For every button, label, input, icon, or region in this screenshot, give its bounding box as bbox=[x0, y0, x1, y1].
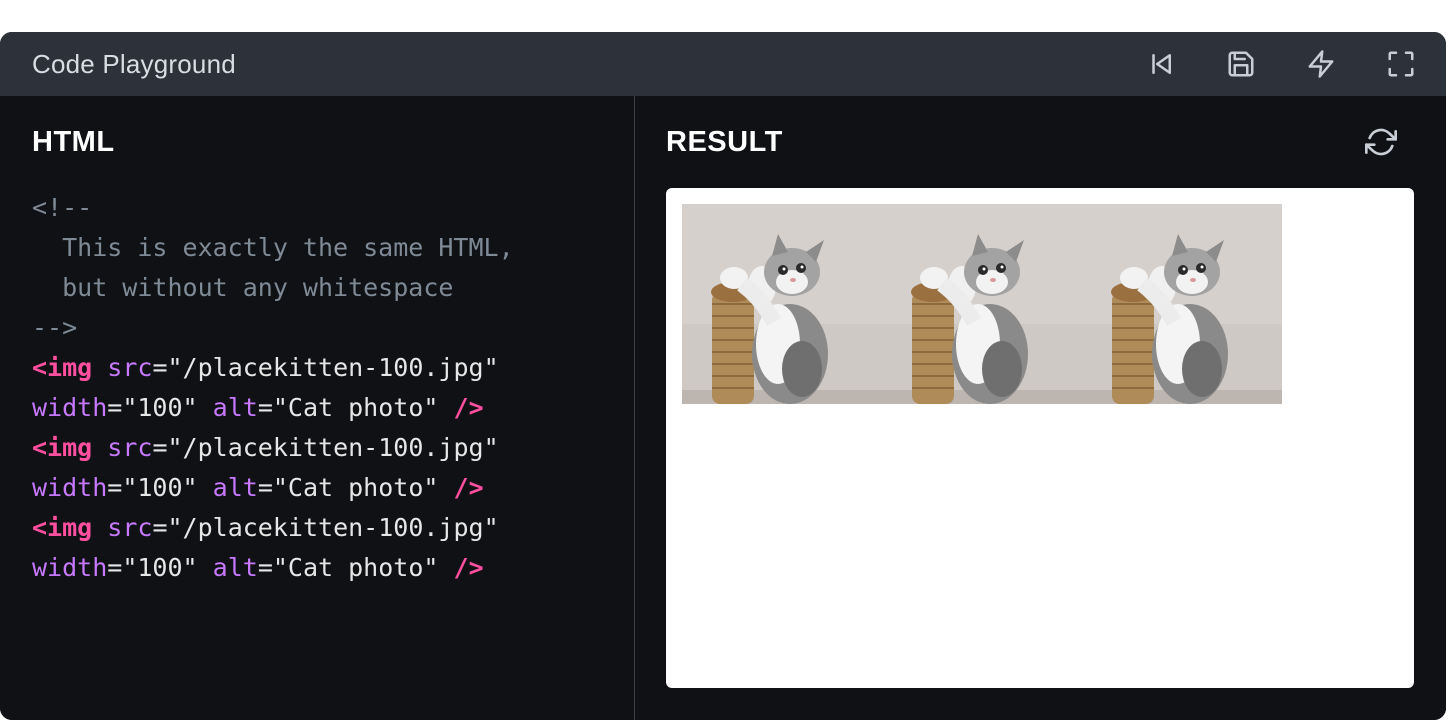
code-line: <!-- bbox=[32, 188, 514, 228]
code-token: = bbox=[152, 433, 168, 462]
html-pane-heading: HTML bbox=[32, 126, 115, 158]
refresh-icon bbox=[1365, 128, 1397, 156]
code-line: but without any whitespace bbox=[32, 268, 514, 308]
window-title: Code Playground bbox=[32, 49, 236, 79]
code-token: --> bbox=[32, 313, 78, 342]
code-token: /> bbox=[453, 553, 484, 582]
code-token: src bbox=[107, 513, 153, 542]
code-token: /> bbox=[453, 393, 484, 422]
skip-back-icon bbox=[1152, 54, 1171, 74]
code-line: width="100" alt="Cat photo" /> bbox=[32, 468, 514, 508]
code-line: <img src="/placekitten-100.jpg" bbox=[32, 348, 514, 388]
code-line: width="100" alt="Cat photo" /> bbox=[32, 548, 514, 588]
lightning-icon bbox=[1308, 50, 1334, 78]
title-bar: Code Playground bbox=[0, 32, 1446, 96]
code-token: /> bbox=[453, 473, 484, 502]
code-token: width bbox=[32, 473, 108, 502]
code-line: --> bbox=[32, 308, 514, 348]
code-token: = bbox=[107, 553, 123, 582]
code-token: src bbox=[107, 353, 153, 382]
html-code-editor[interactable]: <!-- This is exactly the same HTML, but … bbox=[32, 188, 514, 588]
cat-photo bbox=[682, 204, 882, 404]
code-line: This is exactly the same HTML, bbox=[32, 228, 514, 268]
cat-photo bbox=[1082, 204, 1282, 404]
code-token: = bbox=[107, 473, 123, 502]
cat-photo bbox=[882, 204, 1082, 404]
cat-photo-image bbox=[882, 204, 1082, 404]
save-button[interactable] bbox=[1225, 48, 1257, 80]
format-button[interactable] bbox=[1305, 48, 1337, 80]
code-token: but without any whitespace bbox=[32, 273, 454, 302]
code-token: <img bbox=[32, 513, 93, 542]
code-token: "100" bbox=[122, 393, 198, 422]
fullscreen-icon bbox=[1388, 51, 1414, 77]
refresh-button[interactable] bbox=[1364, 125, 1398, 159]
reset-button[interactable] bbox=[1145, 48, 1177, 80]
code-token: "Cat photo" bbox=[272, 393, 439, 422]
kitten-image-row bbox=[682, 204, 1282, 404]
code-token: <img bbox=[32, 433, 93, 462]
code-token: = bbox=[257, 553, 273, 582]
code-token: "Cat photo" bbox=[272, 553, 439, 582]
cat-photo-image bbox=[682, 204, 882, 404]
code-token: alt bbox=[212, 393, 258, 422]
code-line: <img src="/placekitten-100.jpg" bbox=[32, 428, 514, 468]
code-token: <!-- bbox=[32, 193, 93, 222]
result-pane: RESULT bbox=[635, 96, 1446, 720]
code-token: = bbox=[257, 473, 273, 502]
code-token: alt bbox=[212, 473, 258, 502]
code-token: width bbox=[32, 553, 108, 582]
html-editor-pane: HTML <!-- This is exactly the same HTML,… bbox=[0, 96, 635, 720]
code-token: = bbox=[152, 353, 168, 382]
code-token: src bbox=[107, 433, 153, 462]
code-line: <img src="/placekitten-100.jpg" bbox=[32, 508, 514, 548]
cat-photo-image bbox=[1082, 204, 1282, 404]
code-token: "/placekitten-100.jpg" bbox=[167, 433, 499, 462]
code-token: This is exactly the same HTML, bbox=[32, 233, 514, 262]
fullscreen-button[interactable] bbox=[1385, 48, 1417, 80]
result-pane-heading: RESULT bbox=[666, 126, 783, 158]
code-token: "/placekitten-100.jpg" bbox=[167, 513, 499, 542]
code-token: width bbox=[32, 393, 108, 422]
code-token: "100" bbox=[122, 553, 198, 582]
code-token: "/placekitten-100.jpg" bbox=[167, 353, 499, 382]
code-token: <img bbox=[32, 353, 93, 382]
code-token: = bbox=[257, 393, 273, 422]
code-playground-window: Code Playground HTML <!-- This is exactl… bbox=[0, 32, 1446, 720]
code-token: "100" bbox=[122, 473, 198, 502]
code-token: "Cat photo" bbox=[272, 473, 439, 502]
code-token: = bbox=[152, 513, 168, 542]
result-preview-frame bbox=[666, 188, 1414, 688]
save-icon bbox=[1228, 51, 1254, 77]
code-token: alt bbox=[212, 553, 258, 582]
code-token: = bbox=[107, 393, 123, 422]
code-line: width="100" alt="Cat photo" /> bbox=[32, 388, 514, 428]
